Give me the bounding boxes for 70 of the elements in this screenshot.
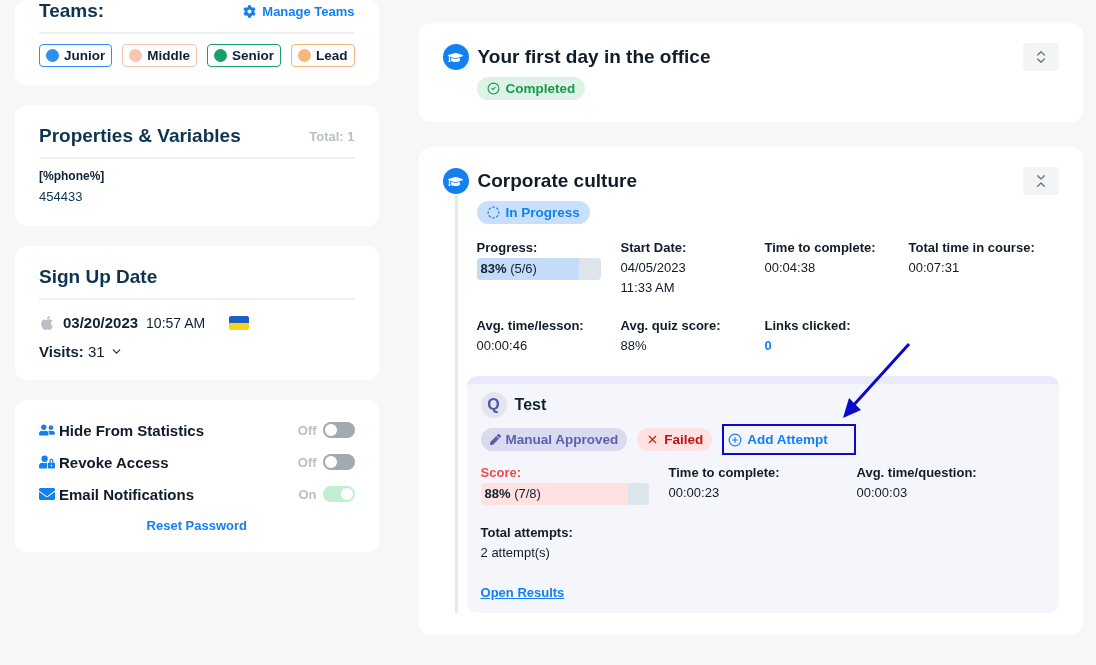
stat-label: Progress: [476, 239, 539, 257]
links-count[interactable]: 0 [764, 336, 865, 356]
stat-label: Avg. time/lesson: [476, 317, 585, 335]
stat-label: Time to complete: [764, 239, 877, 257]
manage-teams-link[interactable]: Manage Teams [243, 3, 355, 19]
toggle-state: Off [297, 454, 317, 470]
reset-password-link[interactable]: Reset Password [146, 518, 247, 533]
toggle-switch[interactable] [322, 454, 355, 470]
property-key: [%phone%] [39, 159, 355, 183]
quiz-status-tag: Failed [637, 428, 713, 451]
add-attempt-button[interactable]: Add Attempt [722, 424, 856, 455]
stat-label: Total attempts: [480, 524, 574, 542]
mail-icon [39, 486, 55, 502]
team-tag[interactable]: Lead [291, 44, 355, 67]
toggle-label: Revoke Access [59, 453, 169, 471]
team-tag[interactable]: Junior [39, 44, 113, 67]
plus-circle-icon [728, 432, 743, 447]
stat-value: 00:00:03 [856, 484, 909, 502]
check-circle-icon [486, 82, 500, 95]
card-title: Teams: [39, 0, 105, 22]
stat-label: Score: [480, 464, 522, 482]
signup-time: 10:57 AM [146, 314, 206, 331]
quiz-status-tag: Manual Approved [480, 428, 628, 451]
property-value: 454433 [39, 188, 84, 204]
user-lock-icon [39, 454, 55, 470]
stat-value: 00:07:31 [908, 259, 961, 277]
stat-label: Time to complete: [668, 464, 781, 482]
status-badge: In Progress [476, 201, 590, 224]
settings-icon [243, 4, 257, 18]
stat-value: 00:04:38 [764, 259, 817, 277]
signup-date: 03/20/2023 [63, 314, 139, 331]
users-icon [39, 422, 55, 438]
stat-label: Avg. quiz score: [620, 317, 722, 335]
toggle-label: Email Notifications [59, 485, 195, 503]
stat-value: 00:00:23 [668, 484, 721, 502]
pencil-icon [489, 434, 501, 445]
quiz-badge: Q [480, 392, 507, 418]
bar-value: 83% (5/6) [479, 261, 537, 276]
card-title: Properties & Variables [39, 125, 241, 147]
toggle-switch[interactable] [322, 422, 355, 438]
team-tag[interactable]: Senior [207, 44, 282, 67]
stat-label: Start Date: [620, 239, 688, 257]
toggle-state: Off [297, 422, 317, 438]
stat-value: 00:00:46 [476, 337, 529, 355]
graduation-cap-icon [442, 168, 469, 194]
graduation-cap-icon [442, 44, 469, 70]
toggle-label: Hide From Statistics [59, 421, 205, 439]
stat-label: Links clicked: [764, 317, 852, 335]
course-title: Corporate culture [477, 170, 637, 192]
stat-value: 88% [620, 337, 648, 355]
total-count: Total: 1 [309, 128, 355, 144]
toggle-switch[interactable] [322, 486, 355, 502]
stat-value: 2 attempt(s) [480, 544, 551, 562]
apple-icon [39, 314, 55, 331]
quiz-title: Test [514, 396, 547, 414]
card-title: Sign Up Date [39, 266, 158, 288]
toggle-state: On [298, 486, 317, 502]
stat-value: 04/05/2023 11:33 AM [620, 259, 687, 297]
open-results-link[interactable]: Open Results [480, 585, 565, 600]
stat-label: Avg. time/question: [856, 464, 978, 482]
flag-icon [229, 315, 250, 330]
course-title: Your first day in the office [477, 46, 711, 68]
expand-button[interactable] [1022, 167, 1059, 195]
status-badge: Completed [476, 77, 586, 100]
expand-button[interactable] [1022, 43, 1059, 71]
visits-count: Visits: 31 [39, 343, 105, 360]
stat-label: Total time in course: [908, 239, 1036, 257]
team-tag[interactable]: Middle [122, 44, 197, 67]
bar-value: 88% (7/8) [483, 486, 541, 501]
dashed-circle-icon [486, 206, 500, 219]
